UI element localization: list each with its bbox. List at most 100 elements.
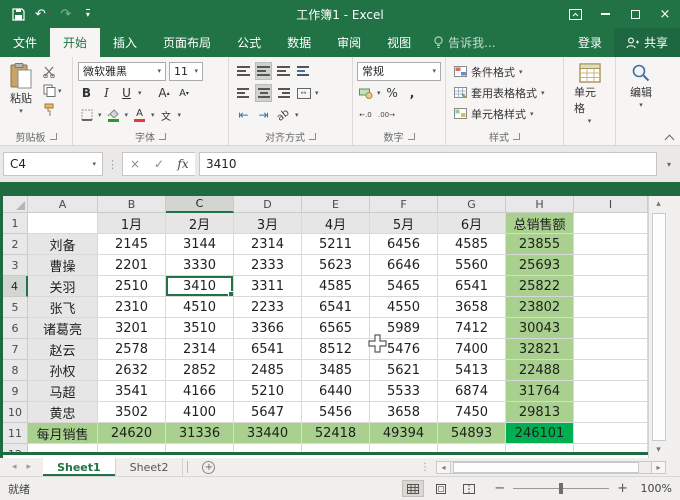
paste-button[interactable]: 粘贴 ▾ [4,60,38,129]
expand-formula-bar-button[interactable]: ▾ [661,160,677,169]
cell-G3[interactable]: 5560 [438,255,506,276]
next-sheet-button[interactable]: ▸ [27,462,32,472]
cell-E5[interactable]: 6541 [302,297,370,318]
cell-A2[interactable]: 刘备 [28,234,98,255]
cell-B11[interactable]: 24620 [98,423,166,444]
cell-C2[interactable]: 3144 [166,234,234,255]
align-bottom-button[interactable] [275,62,292,80]
cell-H7[interactable]: 32821 [506,339,574,360]
column-header-I[interactable]: I [574,196,648,213]
close-button[interactable]: × [650,0,680,28]
row-header-11[interactable]: 11 [3,423,28,444]
wrap-text-button[interactable] [295,62,312,80]
cell-G4[interactable]: 6541 [438,276,506,297]
column-header-G[interactable]: G [438,196,506,213]
scroll-left-icon[interactable]: ◂ [436,461,451,474]
cell-B4[interactable]: 2510 [98,276,166,297]
cell-A6[interactable]: 诸葛亮 [28,318,98,339]
confirm-entry-button[interactable]: ✓ [147,157,171,171]
cell-E1[interactable]: 4月 [302,213,370,234]
cell-F5[interactable]: 4550 [370,297,438,318]
cell-I11[interactable] [574,423,648,444]
cell-I3[interactable] [574,255,648,276]
tab-view[interactable]: 视图 [374,28,424,57]
formula-input[interactable]: 3410 [199,152,657,176]
cell-C11[interactable]: 31336 [166,423,234,444]
cell-C3[interactable]: 3330 [166,255,234,276]
row-header-1[interactable]: 1 [3,213,28,234]
alignment-dialog-launcher[interactable] [309,133,316,140]
cell-C5[interactable]: 4510 [166,297,234,318]
cell-F11[interactable]: 49394 [370,423,438,444]
cell-G5[interactable]: 3658 [438,297,506,318]
cell-C12[interactable] [166,444,234,455]
cell-B10[interactable]: 3502 [98,402,166,423]
cell-F9[interactable]: 5533 [370,381,438,402]
undo-button[interactable]: ↶▾ [31,4,54,24]
maximize-button[interactable] [620,0,650,28]
row-header-12[interactable]: 12 [3,444,28,455]
cell-E2[interactable]: 5211 [302,234,370,255]
cell-D1[interactable]: 3月 [234,213,302,234]
save-button[interactable] [8,4,29,24]
editing-button[interactable]: 编辑 ▾ [624,60,658,145]
share-button[interactable]: 共享 [614,28,680,57]
borders-button[interactable] [78,106,95,124]
align-top-button[interactable] [235,62,252,80]
tab-file[interactable]: 文件 [0,28,50,57]
cell-H12[interactable] [506,444,574,455]
cell-I6[interactable] [574,318,648,339]
cell-I7[interactable] [574,339,648,360]
cell-I2[interactable] [574,234,648,255]
cell-I9[interactable] [574,381,648,402]
cell-D11[interactable]: 33440 [234,423,302,444]
sheet-tab-sheet2[interactable]: Sheet2 [116,458,184,476]
zoom-out-button[interactable]: − [494,481,505,496]
prev-sheet-button[interactable]: ◂ [12,462,17,472]
new-sheet-button[interactable]: + [192,458,225,476]
align-left-button[interactable] [235,84,252,102]
decrease-font-button[interactable]: A▾ [176,84,193,102]
align-middle-button[interactable] [255,62,272,80]
cell-D12[interactable] [234,444,302,455]
cell-E6[interactable]: 6565 [302,318,370,339]
cell-F3[interactable]: 6646 [370,255,438,276]
select-all-corner[interactable] [3,196,28,213]
cancel-entry-button[interactable]: × [123,157,147,171]
row-header-3[interactable]: 3 [3,255,28,276]
cell-D9[interactable]: 5210 [234,381,302,402]
cell-F1[interactable]: 5月 [370,213,438,234]
cell-B9[interactable]: 3541 [98,381,166,402]
cell-H3[interactable]: 25693 [506,255,574,276]
tab-data[interactable]: 数据 [274,28,324,57]
cell-F4[interactable]: 5465 [370,276,438,297]
cell-H6[interactable]: 30043 [506,318,574,339]
cell-G6[interactable]: 7412 [438,318,506,339]
conditional-formatting-button[interactable]: 条件格式▾ [452,62,557,81]
cell-C4[interactable]: 3410 [166,276,234,297]
ribbon-display-options-button[interactable] [560,0,590,28]
cut-button[interactable] [41,64,64,79]
fill-color-button[interactable] [105,106,122,124]
cell-G8[interactable]: 5413 [438,360,506,381]
cell-F10[interactable]: 3658 [370,402,438,423]
column-header-C[interactable]: C [166,196,234,213]
sign-in-button[interactable]: 登录 [566,28,614,57]
cell-G2[interactable]: 4585 [438,234,506,255]
cell-F6[interactable]: 5989 [370,318,438,339]
insert-function-button[interactable]: fx [171,157,195,171]
page-break-view-button[interactable] [458,480,480,497]
cell-D6[interactable]: 3366 [234,318,302,339]
normal-view-button[interactable] [402,480,424,497]
cell-B5[interactable]: 2310 [98,297,166,318]
tab-home[interactable]: 开始 [50,28,100,57]
cell-I4[interactable] [574,276,648,297]
row-header-8[interactable]: 8 [3,360,28,381]
cell-D4[interactable]: 3311 [234,276,302,297]
vertical-scroll-thumb[interactable] [652,213,666,441]
increase-indent-button[interactable]: ⇥ [255,106,272,124]
redo-button[interactable]: ↷▾ [56,4,79,24]
column-header-F[interactable]: F [370,196,438,213]
row-header-7[interactable]: 7 [3,339,28,360]
tab-page-layout[interactable]: 页面布局 [150,28,224,57]
